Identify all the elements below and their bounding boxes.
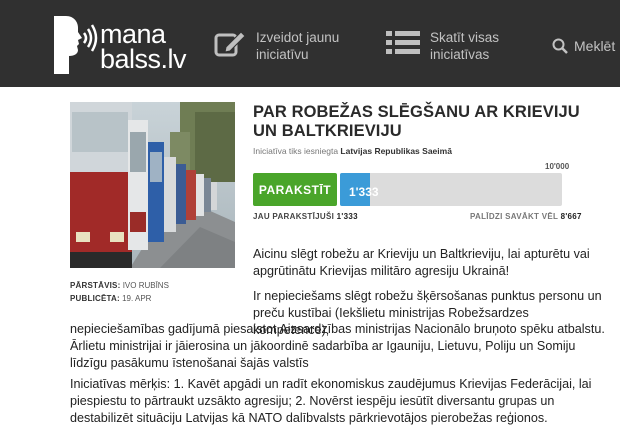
submitted-to: Iniciatīva tiks iesniegta Latvijas Repub… bbox=[253, 146, 452, 156]
signature-progress-value: 1'333 bbox=[349, 185, 379, 199]
remaining-stats: PALĪDZI SAVĀKT VĒL 8'667 bbox=[470, 212, 582, 221]
nav-browse-initiatives[interactable]: Skatīt visas iniciatīvas bbox=[386, 29, 499, 69]
remaining-count: 8'667 bbox=[560, 212, 582, 221]
author-label: PĀRSTĀVIS: bbox=[70, 281, 121, 290]
site-header: mana balss.lv Izveidot jaunu iniciatīvu … bbox=[0, 0, 620, 87]
author-name: IVO RUBĪNS bbox=[122, 281, 169, 290]
search-label: Meklēt bbox=[574, 38, 616, 54]
published-label: PUBLICĒTA: bbox=[70, 294, 120, 303]
published-date: 19. APR bbox=[122, 294, 152, 303]
initiative-photo bbox=[70, 102, 235, 268]
list-icon bbox=[386, 31, 420, 54]
nav-create-label-1: Izveidot jaunu bbox=[256, 30, 340, 45]
body-paragraph-1: Aicinu slēgt robežu ar Krieviju un Baltk… bbox=[253, 247, 590, 278]
signed-count: 1'333 bbox=[336, 212, 358, 221]
initiative-title: PAR ROBEŽAS SLĒGŠANU AR KRIEVIJU UN BALT… bbox=[253, 103, 580, 140]
body-paragraph-3: nepieciešamības gadījumā piesaistot Aizs… bbox=[70, 322, 605, 370]
signature-progress-bar: 1'333 bbox=[340, 173, 562, 206]
remaining-label: PALĪDZI SAVĀKT VĒL bbox=[470, 212, 559, 221]
body-paragraph-4: Iniciatīvas mērķis: 1. Kavēt apgādi un r… bbox=[70, 377, 592, 425]
site-logo[interactable]: mana balss.lv bbox=[52, 16, 202, 74]
nav-browse-label-1: Skatīt visas bbox=[430, 30, 500, 45]
search-icon bbox=[552, 38, 568, 54]
logo-text: mana balss.lv bbox=[100, 19, 187, 74]
initiative-meta: PĀRSTĀVIS: IVO RUBĪNS PUBLICĒTA: 19. APR bbox=[70, 279, 169, 305]
submitted-recipient: Latvijas Republikas Saeimā bbox=[340, 146, 452, 156]
profile-sound-logo-icon bbox=[54, 16, 98, 74]
signed-stats: JAU PARAKSTĪJUŠI 1'333 bbox=[253, 212, 358, 221]
signed-label: JAU PARAKSTĪJUŠI bbox=[253, 212, 335, 221]
nav-create-label-2: iniciatīvu bbox=[256, 47, 309, 62]
sign-button[interactable]: PARAKSTĪT bbox=[253, 173, 337, 206]
signature-target: 10'000 bbox=[545, 162, 570, 171]
nav-create-initiative[interactable]: Izveidot jaunu iniciatīvu bbox=[214, 29, 339, 69]
nav-search[interactable]: Meklēt bbox=[552, 38, 615, 78]
edit-pencil-icon bbox=[214, 31, 246, 57]
submitted-prefix: Iniciatīva tiks iesniegta bbox=[253, 146, 339, 156]
nav-browse-label-2: iniciatīvas bbox=[430, 47, 490, 62]
